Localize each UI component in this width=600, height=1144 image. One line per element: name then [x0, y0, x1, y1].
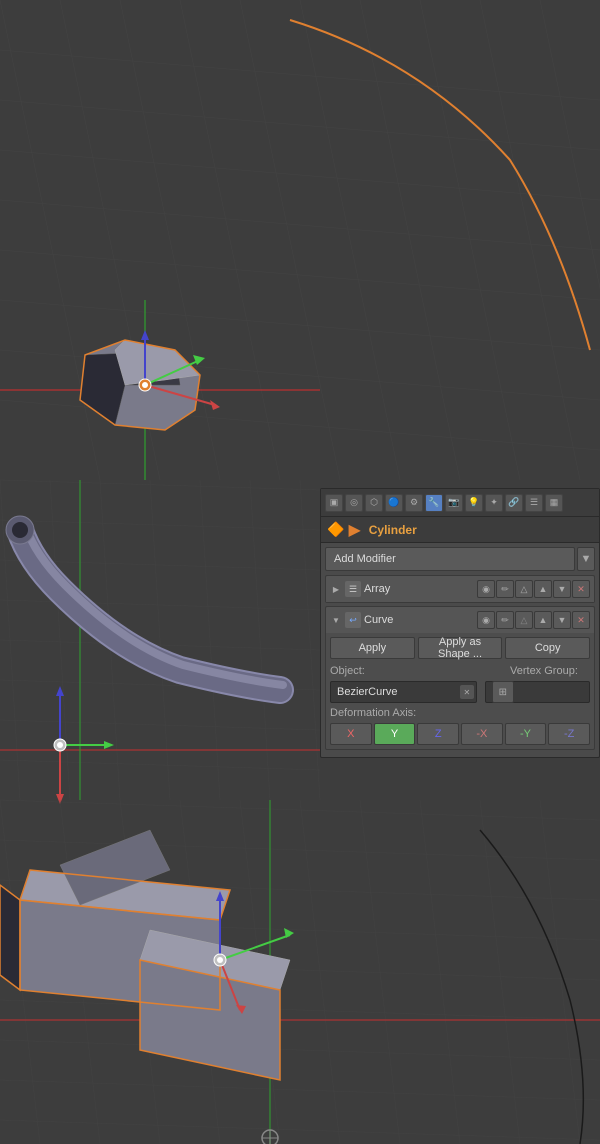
modifier-row-curve: ▼ ↩ Curve ◉ ✏ △ ▲ ▼ ✕ Apply	[325, 606, 595, 750]
axis-btn-neg-x[interactable]: -X	[461, 723, 503, 745]
toolbar-icon-3[interactable]: ⬡	[365, 494, 383, 512]
properties-panel: ▣ ◎ ⬡ 🔵 ⚙ 🔧 📷 💡 ✦ 🔗 ☰ ▦ 🔶 ▶ Cylinder Add…	[320, 488, 600, 758]
curve-edit-btn[interactable]: ✏	[496, 611, 514, 629]
array-icon: ☰	[345, 581, 361, 597]
panel-header: 🔶 ▶ Cylinder	[321, 517, 599, 543]
curve-icon: ↩	[345, 612, 361, 628]
object-value: BezierCurve	[337, 686, 398, 698]
modifier-row-array: ▶ ☰ Array ◉ ✏ △ ▲ ▼ ✕	[325, 575, 595, 603]
vertex-group-icon-btn[interactable]: ⊞	[492, 681, 514, 703]
toolbar-icon-5[interactable]: ⚙	[405, 494, 423, 512]
axis-btn-neg-z[interactable]: -Z	[548, 723, 590, 745]
axis-btn-z[interactable]: Z	[417, 723, 459, 745]
deformation-axis-section: Deformation Axis: X Y Z -X -Y -Z	[330, 707, 590, 745]
array-up-btn[interactable]: ▲	[534, 580, 552, 598]
toolbar-icon-9[interactable]: ✦	[485, 494, 503, 512]
object-type-icon: 🔶	[327, 521, 344, 538]
array-cage-btn[interactable]: △	[515, 580, 533, 598]
toolbar-icon-10[interactable]: 🔗	[505, 494, 523, 512]
toolbar-icon-12[interactable]: ▦	[545, 494, 563, 512]
apply-as-shape-button[interactable]: Apply as Shape ...	[418, 637, 503, 659]
viewport[interactable]: ▣ ◎ ⬡ 🔵 ⚙ 🔧 📷 💡 ✦ 🔗 ☰ ▦ 🔶 ▶ Cylinder Add…	[0, 0, 600, 1144]
curve-name: Curve	[364, 614, 474, 626]
curve-actions: ◉ ✏ △ ▲ ▼ ✕	[477, 611, 590, 629]
toolbar-icon-11[interactable]: ☰	[525, 494, 543, 512]
axis-btn-y[interactable]: Y	[374, 723, 416, 745]
breadcrumb-arrow: ▶	[348, 520, 360, 540]
axis-btn-neg-y[interactable]: -Y	[505, 723, 547, 745]
modifier-header-array: ▶ ☰ Array ◉ ✏ △ ▲ ▼ ✕	[326, 576, 594, 602]
curve-down-btn[interactable]: ▼	[553, 611, 571, 629]
copy-button[interactable]: Copy	[505, 637, 590, 659]
array-down-btn[interactable]: ▼	[553, 580, 571, 598]
toolbar-icon-7[interactable]: 📷	[445, 494, 463, 512]
curve-close-btn[interactable]: ✕	[572, 611, 590, 629]
object-label: Object:	[330, 665, 390, 677]
vertex-group-input[interactable]: ⊞	[485, 681, 590, 703]
array-expand[interactable]: ▶	[330, 583, 342, 595]
axis-buttons: X Y Z -X -Y -Z	[330, 723, 590, 745]
add-modifier-row: Add Modifier ▼	[325, 547, 595, 571]
curve-up-btn[interactable]: ▲	[534, 611, 552, 629]
toolbar-icon-4[interactable]: 🔵	[385, 494, 403, 512]
modifiers-section: Add Modifier ▼ ▶ ☰ Array ◉ ✏ △ ▲ ▼ ✕	[321, 543, 599, 757]
object-name: Cylinder	[369, 523, 417, 537]
toolbar-icon-8[interactable]: 💡	[465, 494, 483, 512]
modifier-body-curve: Apply Apply as Shape ... Copy Object: Ve…	[326, 633, 594, 749]
action-buttons: Apply Apply as Shape ... Copy	[330, 637, 590, 659]
vertex-group-label: Vertex Group:	[510, 665, 590, 677]
array-render-btn[interactable]: ◉	[477, 580, 495, 598]
object-clear-btn[interactable]: ✕	[460, 685, 474, 699]
object-vertex-row: Object: Vertex Group:	[330, 665, 590, 677]
curve-render-btn[interactable]: ◉	[477, 611, 495, 629]
array-actions: ◉ ✏ △ ▲ ▼ ✕	[477, 580, 590, 598]
toolbar-icon-2[interactable]: ◎	[345, 494, 363, 512]
toolbar-icon-1[interactable]: ▣	[325, 494, 343, 512]
add-modifier-dropdown[interactable]: ▼	[577, 547, 595, 571]
array-edit-btn[interactable]: ✏	[496, 580, 514, 598]
object-input[interactable]: BezierCurve ✕	[330, 681, 477, 703]
apply-button[interactable]: Apply	[330, 637, 415, 659]
panel-toolbar: ▣ ◎ ⬡ 🔵 ⚙ 🔧 📷 💡 ✦ 🔗 ☰ ▦	[321, 489, 599, 517]
array-close-btn[interactable]: ✕	[572, 580, 590, 598]
deformation-axis-label: Deformation Axis:	[330, 707, 590, 719]
array-name: Array	[364, 583, 474, 595]
object-input-row: BezierCurve ✕ ⊞	[330, 681, 590, 703]
axis-btn-x[interactable]: X	[330, 723, 372, 745]
add-modifier-button[interactable]: Add Modifier	[325, 547, 575, 571]
curve-cage-btn[interactable]: △	[515, 611, 533, 629]
modifier-header-curve: ▼ ↩ Curve ◉ ✏ △ ▲ ▼ ✕	[326, 607, 594, 633]
toolbar-icon-6[interactable]: 🔧	[425, 494, 443, 512]
curve-expand[interactable]: ▼	[330, 614, 342, 626]
